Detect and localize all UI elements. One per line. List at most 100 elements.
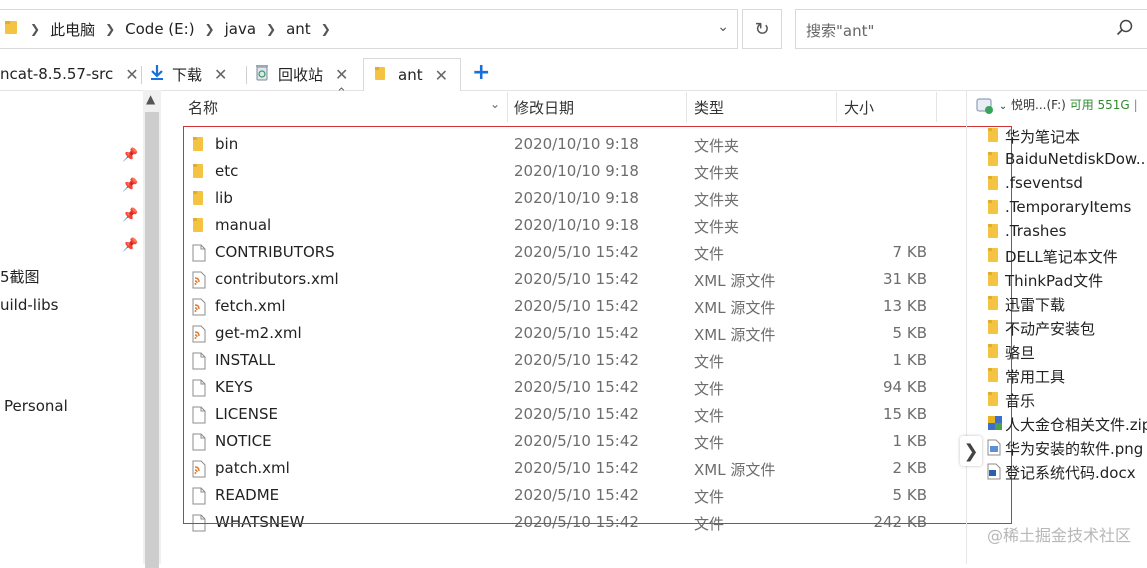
tab-tomcat-src[interactable]: ncat-8.5.57-src ✕ (0, 58, 139, 90)
file-size: 1 KB (892, 351, 927, 369)
quick-access-label: 人大金仓相关文件.zip (1005, 416, 1147, 434)
close-icon[interactable]: ✕ (435, 66, 448, 85)
file-type: 文件夹 (694, 191, 740, 209)
file-row[interactable]: NOTICE 2020/5/10 15:42 文件 1 KB (184, 428, 964, 455)
file-date: 2020/5/10 15:42 (514, 243, 639, 261)
column-header-size[interactable]: 大小 (844, 90, 874, 124)
file-row[interactable]: bin 2020/10/10 9:18 文件夹 (184, 131, 964, 158)
scroll-up-icon[interactable]: ▲ (146, 92, 155, 106)
refresh-icon: ↻ (754, 18, 770, 40)
chevron-down-icon[interactable]: ⌄ (717, 19, 729, 35)
file-date: 2020/10/10 9:18 (514, 216, 639, 234)
file-row[interactable]: patch.xml 2020/5/10 15:42 XML 源文件 2 KB (184, 455, 964, 482)
pin-icon[interactable]: 📌 (122, 208, 138, 223)
quick-access-label: DELL笔记本文件 (1005, 248, 1118, 266)
nav-item-personal[interactable]: Personal (4, 397, 68, 415)
file-date: 2020/10/10 9:18 (514, 135, 639, 153)
file-row[interactable]: lib 2020/10/10 9:18 文件夹 (184, 185, 964, 212)
refresh-button[interactable]: ↻ (742, 9, 782, 49)
file-size: 2 KB (892, 459, 927, 477)
file-name: LICENSE (215, 405, 278, 423)
file-date: 2020/10/10 9:18 (514, 162, 639, 180)
file-row[interactable]: manual 2020/10/10 9:18 文件夹 (184, 212, 964, 239)
scrollbar-thumb[interactable] (145, 112, 159, 568)
breadcrumb-item-this-pc[interactable]: 此电脑 (42, 19, 103, 40)
breadcrumb-item-ant[interactable]: ant (278, 20, 319, 38)
breadcrumb-separator-icon: ❯ (320, 22, 331, 36)
column-header-name[interactable]: 名称 (188, 90, 218, 124)
quick-access-label: ThinkPad文件 (1005, 272, 1104, 290)
navigation-pane: 📌 📌 📌 📌 5截图 uild-libs Personal (0, 90, 162, 564)
file-row[interactable]: CONTRIBUTORS 2020/5/10 15:42 文件 7 KB (184, 239, 964, 266)
download-arrow-icon (150, 64, 164, 84)
new-tab-icon[interactable]: + (472, 60, 490, 85)
tab-downloads[interactable]: 下载 ✕ (150, 58, 227, 90)
search-input[interactable]: 搜索"ant" (806, 20, 874, 41)
file-date: 2020/5/10 15:42 (514, 486, 639, 504)
file-row[interactable]: fetch.xml 2020/5/10 15:42 XML 源文件 13 KB (184, 293, 964, 320)
file-row[interactable]: contributors.xml 2020/5/10 15:42 XML 源文件 31… (184, 266, 964, 293)
file-name: INSTALL (215, 351, 276, 369)
tab-label: ncat-8.5.57-src (0, 65, 114, 83)
folder-icon (987, 295, 999, 315)
file-type: XML 源文件 (694, 326, 776, 344)
drive-label: 悦明...(F:) (1011, 98, 1066, 112)
file-icon (192, 244, 206, 266)
file-type: XML 源文件 (694, 299, 776, 317)
column-header-type[interactable]: 类型 (694, 90, 724, 124)
quick-access-label: 迅雷下载 (1005, 296, 1066, 314)
search-box[interactable]: 搜索"ant" (795, 9, 1147, 49)
quick-access-label: .Trashes (1005, 222, 1067, 240)
pin-icon[interactable]: 📌 (122, 148, 138, 163)
folder-icon (192, 190, 204, 210)
expand-panel-button[interactable]: ❯ (960, 436, 982, 466)
file-row[interactable]: etc 2020/10/10 9:18 文件夹 (184, 158, 964, 185)
nav-item-screenshots[interactable]: 5截图 (0, 266, 40, 287)
breadcrumb-separator-icon: ❯ (204, 22, 215, 36)
quick-access-label: 骆旦 (1005, 344, 1036, 362)
image-file-icon (987, 439, 1001, 460)
file-type: 文件夹 (694, 137, 740, 155)
file-row[interactable]: INSTALL 2020/5/10 15:42 文件 1 KB (184, 347, 964, 374)
file-row[interactable]: LICENSE 2020/5/10 15:42 文件 15 KB (184, 401, 964, 428)
file-row[interactable]: KEYS 2020/5/10 15:42 文件 94 KB (184, 374, 964, 401)
drive-indicator[interactable]: ⌄ 悦明...(F:) 可用 551G | (975, 96, 1138, 115)
folder-icon (192, 136, 204, 156)
nav-item-build-libs[interactable]: uild-libs (0, 296, 58, 314)
file-name: manual (215, 216, 272, 234)
file-name: contributors.xml (215, 270, 339, 288)
breadcrumb-item-code-drive[interactable]: Code (E:) (117, 20, 202, 38)
file-row[interactable]: get-m2.xml 2020/5/10 15:42 XML 源文件 5 KB (184, 320, 964, 347)
file-type: 文件 (694, 515, 725, 533)
folder-icon (4, 19, 18, 39)
close-icon[interactable]: ✕ (214, 65, 227, 84)
more-icon: | (1133, 98, 1138, 112)
file-type: 文件 (694, 353, 725, 371)
pin-icon[interactable]: 📌 (122, 178, 138, 193)
nav-scrollbar[interactable]: ▲ (143, 90, 161, 568)
quick-access-panel: ⌄ 悦明...(F:) 可用 551G | 华为笔记本 BaiduNetdiskD… (966, 90, 1147, 564)
zip-file-icon (987, 415, 1003, 435)
breadcrumb-item-java[interactable]: java (217, 20, 264, 38)
tab-label: ant (398, 66, 423, 84)
sort-ascending-icon: ⌃ (336, 86, 347, 101)
close-icon[interactable]: ✕ (125, 65, 138, 84)
file-name: get-m2.xml (215, 324, 302, 342)
tab-ant[interactable]: ant ✕ (363, 58, 461, 91)
file-type: 文件 (694, 245, 725, 263)
pin-icon[interactable]: 📌 (122, 238, 138, 253)
quick-access-label: 华为笔记本 (1005, 128, 1081, 146)
file-row[interactable]: WHATSNEW 2020/5/10 15:42 文件 242 KB (184, 509, 964, 536)
folder-icon (987, 391, 999, 411)
file-size: 7 KB (892, 243, 927, 261)
file-type: XML 源文件 (694, 272, 776, 290)
close-icon[interactable]: ✕ (335, 65, 348, 84)
chevron-down-icon[interactable]: ⌄ (490, 97, 500, 111)
file-row[interactable]: README 2020/5/10 15:42 文件 5 KB (184, 482, 964, 509)
drive-shield-icon (975, 98, 999, 114)
file-name: CONTRIBUTORS (215, 243, 335, 261)
folder-icon (987, 319, 999, 339)
column-header-date[interactable]: 修改日期 (514, 90, 574, 124)
tab-recycle-bin[interactable]: 回收站 ✕ (254, 58, 348, 90)
address-bar[interactable]: ❯ 此电脑 ❯ Code (E:) ❯ java ❯ ant ❯ ⌄ (0, 9, 738, 49)
